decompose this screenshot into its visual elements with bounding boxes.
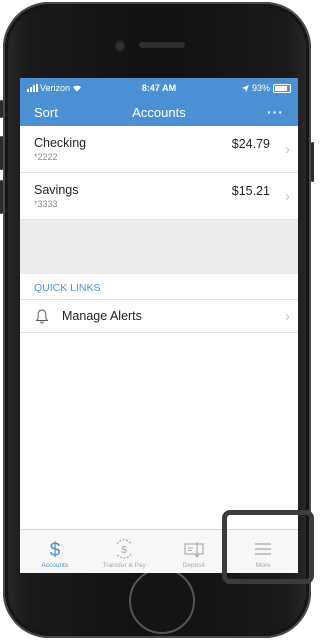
tab-accounts[interactable]: $ Accounts [20, 530, 90, 573]
account-row-savings[interactable]: Savings *3333 $15.21 › [20, 173, 298, 220]
app-screen: Verizon 8:47 AM 93% Sort Accounts ··· Ch… [20, 78, 298, 573]
chevron-right-icon: › [285, 187, 290, 205]
transfer-dollar-icon: $ [116, 539, 132, 559]
section-spacer [20, 220, 298, 274]
mute-switch [0, 100, 3, 118]
status-bar: Verizon 8:47 AM 93% [20, 78, 298, 98]
tab-label: Transfer & Pay [102, 562, 146, 569]
tab-deposit[interactable]: Deposit [159, 530, 229, 573]
account-balance: $24.79 [231, 137, 270, 151]
account-row-checking[interactable]: Checking *2222 $24.79 › [20, 126, 298, 173]
bell-icon [35, 309, 49, 324]
check-deposit-icon [184, 542, 204, 558]
tab-label: Deposit [182, 562, 205, 569]
more-tab-highlight [222, 510, 314, 584]
battery-icon [273, 83, 291, 93]
power-button [311, 142, 314, 182]
svg-text:$: $ [121, 545, 127, 556]
dollar-icon: $ [49, 540, 60, 559]
earpiece-speaker [139, 42, 185, 48]
quick-link-manage-alerts[interactable]: Manage Alerts › [20, 300, 298, 333]
account-balance: $15.21 [231, 184, 270, 198]
account-number: *2222 [34, 152, 58, 162]
account-name: Checking [34, 136, 87, 150]
tab-transfer-pay[interactable]: $ Transfer & Pay [90, 530, 160, 573]
home-button[interactable] [129, 568, 195, 634]
ellipsis-icon[interactable]: ··· [267, 104, 284, 120]
sort-button[interactable]: Sort [34, 105, 58, 120]
quick-link-label: Manage Alerts [62, 309, 142, 323]
quick-links-header: QUICK LINKS [20, 274, 298, 300]
status-time: 8:47 AM [141, 83, 177, 93]
chevron-right-icon: › [285, 140, 290, 158]
tab-label: Accounts [41, 562, 69, 569]
account-name: Savings [34, 183, 79, 197]
svg-text:$: $ [49, 540, 60, 559]
volume-up-button [0, 136, 3, 170]
account-number: *3333 [34, 199, 58, 209]
front-camera [116, 42, 124, 50]
page-title: Accounts [132, 104, 186, 120]
chevron-right-icon: › [285, 307, 290, 325]
volume-down-button [0, 180, 3, 214]
nav-bar: Sort Accounts ··· [20, 98, 298, 126]
